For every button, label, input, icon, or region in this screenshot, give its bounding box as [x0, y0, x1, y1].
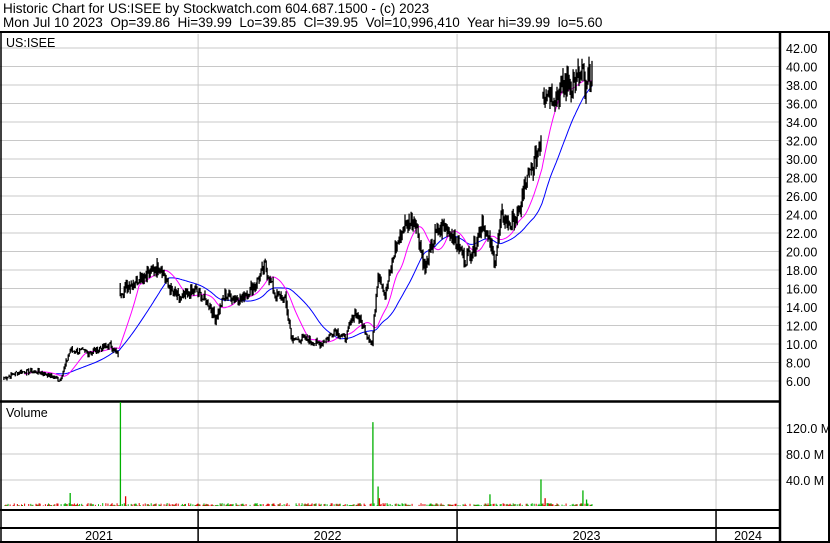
- price-tick-label: 20.00: [786, 246, 817, 260]
- axis-labels: 42.00 40.00 38.00 36.00 34.00 32.00 30.00 28.00…: [85, 42, 830, 543]
- price-tick-label: 30.00: [786, 153, 817, 167]
- year-label: 2021: [85, 529, 113, 543]
- price-tick-label: 28.00: [786, 172, 817, 186]
- price-line: [3, 56, 593, 382]
- year-label: 2022: [314, 529, 342, 543]
- symbol-label: US:ISEE: [6, 36, 55, 50]
- ma-short-series: [24, 79, 593, 377]
- price-tick-label: 18.00: [786, 264, 817, 278]
- price-tick-label: 10.00: [786, 338, 817, 352]
- year-label: 2023: [573, 529, 601, 543]
- price-tick-label: 38.00: [786, 79, 817, 93]
- price-tick-label: 8.00: [786, 357, 810, 371]
- moving-average-short: [24, 79, 593, 377]
- price-tick-label: 42.00: [786, 42, 817, 56]
- price-tick-label: 24.00: [786, 209, 817, 223]
- year-label: 2024: [734, 529, 762, 543]
- volume-tick-label: 40.0 M: [786, 474, 824, 488]
- stock-chart: US:ISEE Volume 42.00 40.00 38.00 36.00 34.00…: [0, 31, 830, 543]
- volume-tick-label: 80.0 M: [786, 448, 824, 462]
- price-tick-label: 26.00: [786, 190, 817, 204]
- price-tick-label: 22.00: [786, 227, 817, 241]
- volume-tick-label: 120.0 M: [786, 422, 830, 436]
- price-tick-label: 6.00: [786, 375, 810, 389]
- price-tick-label: 16.00: [786, 283, 817, 297]
- price-tick-label: 12.00: [786, 320, 817, 334]
- volume-label: Volume: [6, 406, 48, 420]
- price-tick-label: 40.00: [786, 61, 817, 75]
- price-tick-label: 32.00: [786, 135, 817, 149]
- price-tick-label: 34.00: [786, 116, 817, 130]
- price-series: [3, 56, 593, 382]
- price-tick-label: 14.00: [786, 301, 817, 315]
- price-tick-label: 36.00: [786, 98, 817, 112]
